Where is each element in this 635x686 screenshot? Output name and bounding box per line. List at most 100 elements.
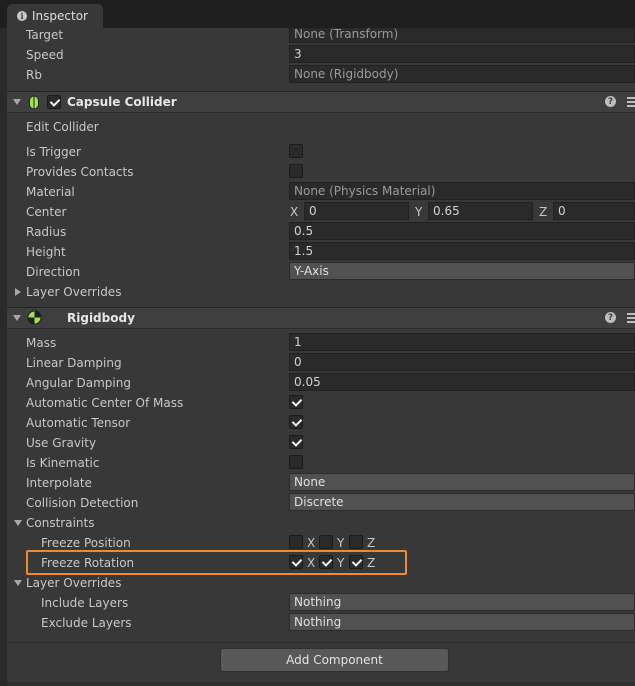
is-kinematic-row: Is Kinematic xyxy=(7,453,635,473)
auto-tensor-row: Automatic Tensor xyxy=(7,413,635,433)
height-input[interactable]: 1.5 xyxy=(289,242,635,260)
capsule-collider-header[interactable]: Capsule Collider ? xyxy=(7,91,635,113)
freeze-position-x-checkbox[interactable] xyxy=(289,535,303,549)
material-row: Material None (Physics Material) xyxy=(7,182,635,202)
bottom-bar xyxy=(7,682,635,686)
divider xyxy=(7,642,635,643)
freeze-position-z-checkbox[interactable] xyxy=(349,535,363,549)
freeze-position-z-label: Z xyxy=(367,536,376,550)
rigidbody-icon xyxy=(27,310,42,325)
provides-contacts-label: Provides Contacts xyxy=(26,165,134,179)
is-kinematic-label: Is Kinematic xyxy=(26,456,100,470)
freeze-rotation-highlight xyxy=(26,550,407,575)
field-label-target: Target xyxy=(26,28,64,42)
interpolate-label: Interpolate xyxy=(26,476,92,490)
rigidbody-layer-overrides-label[interactable]: Layer Overrides xyxy=(26,576,121,590)
info-icon: i xyxy=(17,11,27,21)
height-row: Height 1.5 xyxy=(7,242,635,262)
exclude-layers-label: Exclude Layers xyxy=(41,616,132,630)
constraints-row[interactable]: Constraints xyxy=(7,513,635,533)
capsule-collider-enabled-checkbox[interactable] xyxy=(47,95,61,109)
settings-icon[interactable] xyxy=(625,313,635,323)
is-kinematic-checkbox[interactable] xyxy=(289,455,303,469)
height-label: Height xyxy=(26,245,66,259)
center-y-label[interactable]: Y xyxy=(415,205,422,219)
center-label: Center xyxy=(26,205,67,219)
use-gravity-label: Use Gravity xyxy=(26,436,97,450)
collider-layer-overrides-row[interactable]: Layer Overrides xyxy=(7,282,635,302)
freeze-position-y-label: Y xyxy=(337,536,345,550)
fold-down-icon[interactable] xyxy=(13,315,21,321)
freeze-position-x-label: X xyxy=(307,536,316,550)
rigidbody-header[interactable]: Rigidbody ? xyxy=(7,307,635,329)
radius-input[interactable]: 0.5 xyxy=(289,222,635,240)
mass-row: Mass 1 xyxy=(7,333,635,353)
include-layers-dropdown[interactable]: Nothing xyxy=(289,593,635,611)
settings-icon[interactable] xyxy=(625,97,635,107)
mass-input[interactable]: 1 xyxy=(289,333,635,351)
interpolate-dropdown[interactable]: None xyxy=(289,473,635,491)
use-gravity-checkbox[interactable] xyxy=(289,435,303,449)
fold-down-icon[interactable] xyxy=(13,99,21,105)
constraints-label[interactable]: Constraints xyxy=(26,516,94,530)
radius-row: Radius 0.5 xyxy=(7,222,635,242)
center-row: Center X 0 Y 0.65 Z 0 xyxy=(7,202,635,222)
freeze-position-y-checkbox[interactable] xyxy=(319,535,333,549)
help-icon[interactable]: ? xyxy=(605,96,616,107)
provides-contacts-checkbox[interactable] xyxy=(289,164,303,178)
is-trigger-row: Is Trigger xyxy=(7,142,635,162)
auto-tensor-label: Automatic Tensor xyxy=(26,416,131,430)
mass-label: Mass xyxy=(26,336,57,350)
capsule-collider-title: Capsule Collider xyxy=(67,95,177,109)
collision-detection-dropdown[interactable]: Discrete xyxy=(289,493,635,511)
linear-damping-row: Linear Damping 0 xyxy=(7,353,635,373)
material-label: Material xyxy=(26,185,75,199)
material-object-field[interactable]: None (Physics Material) xyxy=(289,182,635,200)
inspector-window: i Inspector Target None (Transform) Spee… xyxy=(0,0,635,686)
rigidbody-title: Rigidbody xyxy=(67,311,135,325)
center-z-input[interactable]: 0 xyxy=(553,202,635,220)
collision-detection-row: Collision Detection Discrete xyxy=(7,493,635,513)
angular-damping-label: Angular Damping xyxy=(26,376,131,390)
inspector-panel: Target None (Transform) Speed 3 Rb None … xyxy=(7,28,635,686)
field-label-speed: Speed xyxy=(26,48,64,62)
fold-right-icon[interactable] xyxy=(15,288,21,296)
use-gravity-row: Use Gravity xyxy=(7,433,635,453)
include-layers-row: Include Layers Nothing xyxy=(7,593,635,613)
freeze-position-label: Freeze Position xyxy=(41,536,131,550)
help-icon[interactable]: ? xyxy=(605,312,616,323)
interpolate-row: Interpolate None xyxy=(7,473,635,493)
rigidbody-layer-overrides-row[interactable]: Layer Overrides xyxy=(7,573,635,593)
direction-dropdown[interactable]: Y-Axis xyxy=(289,262,635,280)
field-label-rb: Rb xyxy=(26,68,42,82)
tab-bar: i Inspector xyxy=(0,0,635,28)
is-trigger-checkbox[interactable] xyxy=(289,144,303,158)
radius-label: Radius xyxy=(26,225,67,239)
target-object-field[interactable]: None (Transform) xyxy=(289,28,635,43)
add-component-button[interactable]: Add Component xyxy=(220,648,449,672)
include-layers-label: Include Layers xyxy=(41,596,129,610)
angular-damping-input[interactable]: 0.05 xyxy=(289,373,635,391)
is-trigger-label: Is Trigger xyxy=(26,145,81,159)
linear-damping-label: Linear Damping xyxy=(26,356,122,370)
auto-center-of-mass-label: Automatic Center Of Mass xyxy=(26,396,184,410)
exclude-layers-dropdown[interactable]: Nothing xyxy=(289,613,635,631)
collider-layer-overrides-label[interactable]: Layer Overrides xyxy=(26,285,121,299)
auto-center-of-mass-checkbox[interactable] xyxy=(289,395,303,409)
center-z-label[interactable]: Z xyxy=(539,205,547,219)
auto-center-of-mass-row: Automatic Center Of Mass xyxy=(7,393,635,413)
angular-damping-row: Angular Damping 0.05 xyxy=(7,373,635,393)
linear-damping-input[interactable]: 0 xyxy=(289,353,635,371)
field-row-rb: Rb None (Rigidbody) xyxy=(7,65,635,85)
center-y-input[interactable]: 0.65 xyxy=(428,202,533,220)
center-x-label[interactable]: X xyxy=(290,205,298,219)
fold-down-icon[interactable] xyxy=(14,580,22,586)
fold-down-icon[interactable] xyxy=(14,520,22,526)
auto-tensor-checkbox[interactable] xyxy=(289,415,303,429)
center-x-input[interactable]: 0 xyxy=(304,202,409,220)
speed-input[interactable]: 3 xyxy=(289,45,635,63)
rb-object-field[interactable]: None (Rigidbody) xyxy=(289,65,635,83)
tab-inspector[interactable]: i Inspector xyxy=(7,4,103,28)
edit-collider-label[interactable]: Edit Collider xyxy=(26,120,99,134)
collision-detection-label: Collision Detection xyxy=(26,496,139,510)
